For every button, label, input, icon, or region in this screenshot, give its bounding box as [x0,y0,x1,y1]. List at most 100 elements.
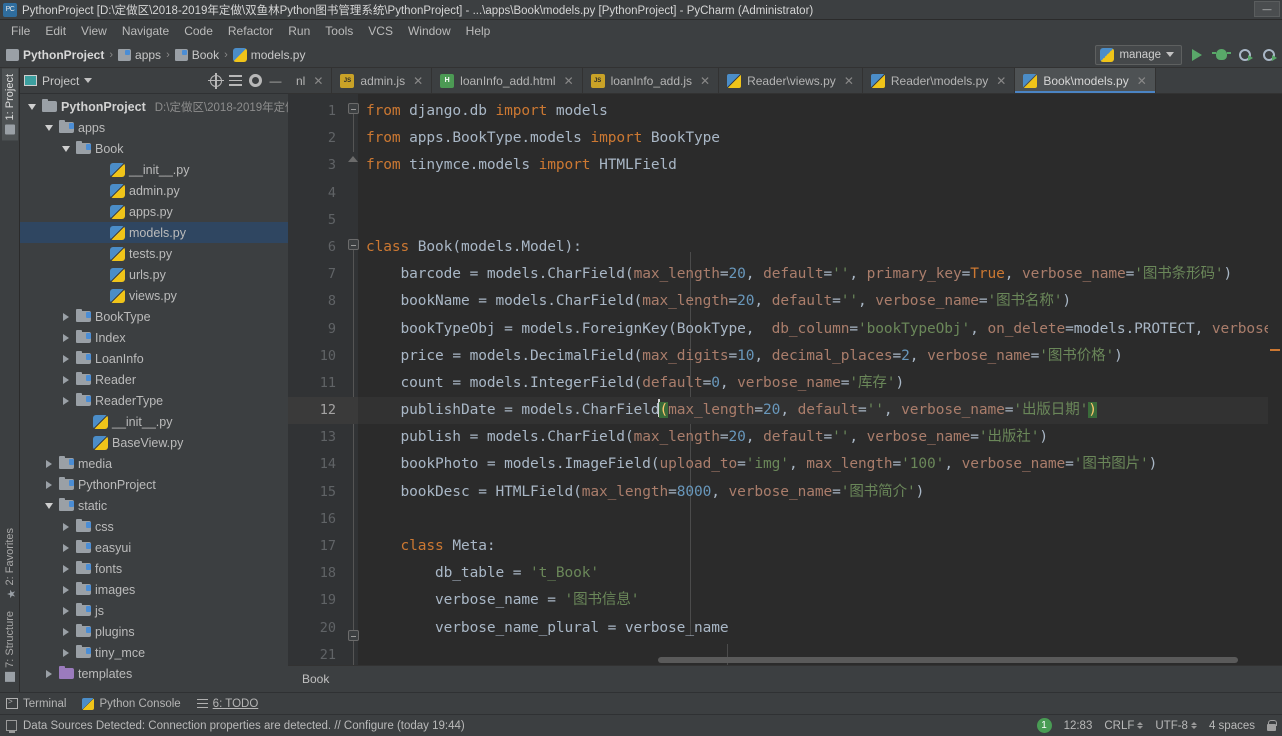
close-icon[interactable]: ✕ [413,74,423,88]
close-icon[interactable]: ✕ [996,74,1006,88]
chevron-right-icon[interactable] [60,543,72,552]
locate-icon[interactable] [208,72,224,89]
tree-item-tiny-mce[interactable]: tiny_mce [20,642,288,663]
line-separator-selector[interactable]: CRLF [1104,720,1144,732]
editor-line-12[interactable]: 12 publishDate = models.CharField(max_le… [288,397,1282,425]
chevron-right-icon[interactable] [60,354,72,363]
tree-item-urls-py[interactable]: urls.py [20,264,288,285]
encoding-selector[interactable]: UTF-8 [1155,720,1197,732]
chevron-right-icon[interactable] [43,669,55,678]
notification-badge[interactable]: 1 [1036,718,1052,733]
menu-refactor[interactable]: Refactor [221,22,280,40]
tree-item-apps-py[interactable]: apps.py [20,201,288,222]
menu-tools[interactable]: Tools [318,22,360,40]
tree-item-views-py[interactable]: views.py [20,285,288,306]
chevron-right-icon[interactable] [60,333,72,342]
chevron-right-icon[interactable] [60,396,72,405]
breadcrumb-pythonproject[interactable]: PythonProject [4,48,106,62]
sidebar-tab-structure[interactable]: 7: Structure [2,605,18,688]
tree-item-images[interactable]: images [20,579,288,600]
tree-item-static[interactable]: static [20,495,288,516]
tree-item-loaninfo[interactable]: LoanInfo [20,348,288,369]
editor-horizontal-scrollbar[interactable] [358,655,1268,665]
menu-view[interactable]: View [74,22,114,40]
settings-gear-icon[interactable] [249,74,262,87]
menu-code[interactable]: Code [177,22,220,40]
indent-selector[interactable]: 4 spaces [1209,720,1255,732]
editor-line-17[interactable]: 17 class Meta: [288,533,1282,560]
editor-line-13[interactable]: 13 publish = models.CharField(max_length… [288,424,1282,451]
tree-item-media[interactable]: media [20,453,288,474]
chevron-down-icon[interactable] [60,145,72,152]
editor-line-19[interactable]: 19 verbose_name = '图书信息' [288,587,1282,614]
tree-item-templates[interactable]: templates [20,663,288,684]
tree-item-admin-py[interactable]: admin.py [20,180,288,201]
editor-line-8[interactable]: 8 bookName = models.CharField(max_length… [288,288,1282,315]
editor-tab-loaninfo-add-js[interactable]: loanInfo_add.js ✕ [582,68,720,93]
sidebar-tab-favorites[interactable]: ★ 2: Favorites [2,522,18,605]
minimize-button[interactable]: — [1254,1,1280,17]
sidebar-tab-project[interactable]: 1: Project [1,68,18,141]
chevron-right-icon[interactable] [60,606,72,615]
tree-item-plugins[interactable]: plugins [20,621,288,642]
menu-edit[interactable]: Edit [38,22,73,40]
tree-item-tests-py[interactable]: tests.py [20,243,288,264]
tree-item-booktype[interactable]: BookType [20,306,288,327]
tool-python-console[interactable]: Python Console [82,697,181,710]
editor-line-4[interactable]: 4 [288,180,1282,207]
editor-line-5[interactable]: 5 [288,207,1282,234]
breadcrumb-modelspy[interactable]: models.py [231,47,308,62]
chevron-right-icon[interactable] [60,522,72,531]
editor-line-16[interactable]: 16 [288,506,1282,533]
tool-todo[interactable]: 6: TODO [196,698,258,710]
menu-file[interactable]: File [4,22,37,40]
chevron-right-icon[interactable] [43,480,55,489]
menu-navigate[interactable]: Navigate [115,22,176,40]
close-icon[interactable]: ✕ [564,74,574,88]
chevron-down-icon[interactable] [84,78,93,83]
editor-tab-nl[interactable]: nl ✕ [288,68,333,93]
tree-item-css[interactable]: css [20,516,288,537]
caret-position[interactable]: 12:83 [1064,720,1093,732]
tree-item-pythonproject[interactable]: PythonProject D:\定做区\2018-2019年定做 [20,96,288,117]
tree-item-apps[interactable]: apps [20,117,288,138]
editor-line-18[interactable]: 18 db_table = 't_Book' [288,560,1282,587]
chevron-right-icon[interactable] [60,585,72,594]
tree-item-index[interactable]: Index [20,327,288,348]
editor-line-1[interactable]: 1 from django.db import models [288,98,1282,125]
chevron-right-icon[interactable] [60,648,72,657]
tree-item-book[interactable]: Book [20,138,288,159]
chevron-down-icon[interactable] [43,124,55,131]
close-icon[interactable]: ✕ [313,74,323,88]
run-with-coverage-button[interactable] [1236,46,1254,64]
tree-item-readertype[interactable]: ReaderType [20,390,288,411]
menu-vcs[interactable]: VCS [361,22,400,40]
chevron-right-icon[interactable] [60,564,72,573]
hide-icon[interactable]: — [269,74,282,88]
tree-item-models-py[interactable]: models.py [20,222,288,243]
editor-line-6[interactable]: 6 class Book(models.Model): [288,234,1282,261]
run-configuration-selector[interactable]: manage [1095,44,1182,65]
editor-tab-reader-models-py[interactable]: Reader\models.py ✕ [862,68,1016,93]
close-icon[interactable]: ✕ [844,74,854,88]
tree-item---init---py[interactable]: __init__.py [20,159,288,180]
debug-button[interactable] [1211,46,1231,64]
breadcrumb-apps[interactable]: apps [116,48,163,62]
tool-terminal[interactable]: Terminal [6,697,66,710]
tree-item-baseview-py[interactable]: BaseView.py [20,432,288,453]
editor-line-14[interactable]: 14 bookPhoto = models.ImageField(upload_… [288,451,1282,478]
event-log-icon[interactable] [6,720,17,733]
lock-icon[interactable] [1267,720,1277,731]
chevron-right-icon[interactable] [60,312,72,321]
scrollbar-thumb[interactable] [658,657,1238,663]
editor-line-2[interactable]: 2 from apps.BookType.models import BookTy… [288,125,1282,152]
breadcrumb-book[interactable]: Book [173,48,221,62]
editor-tab-reader-views-py[interactable]: Reader\views.py ✕ [719,68,863,93]
breadcrumb-class-book[interactable]: Book [302,672,329,686]
editor-line-9[interactable]: 9 bookTypeObj = models.ForeignKey(BookTy… [288,316,1282,343]
status-message[interactable]: Data Sources Detected: Connection proper… [23,720,465,732]
collapse-all-icon[interactable] [229,75,242,86]
menu-help[interactable]: Help [459,22,498,40]
editor-line-7[interactable]: 7 barcode = models.CharField(max_length=… [288,261,1282,288]
editor-tab-book-models-py[interactable]: Book\models.py ✕ [1015,68,1156,93]
